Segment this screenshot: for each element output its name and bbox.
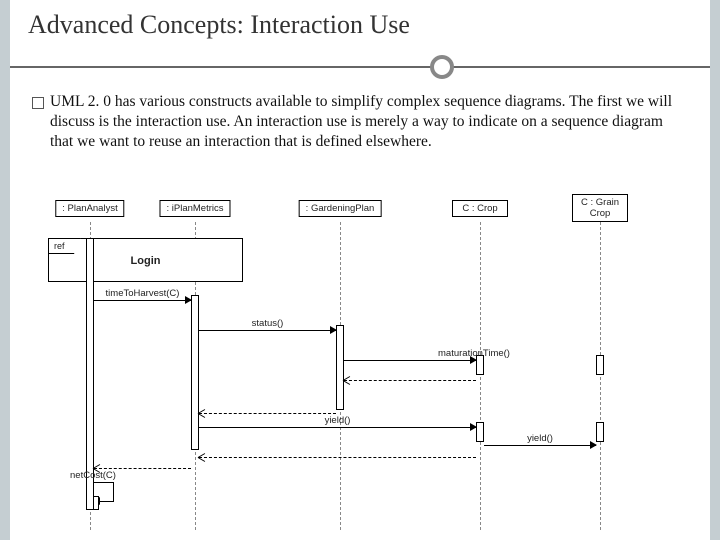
ref-label: Login bbox=[131, 255, 161, 267]
lifeline-head: : PlanAnalyst bbox=[55, 200, 124, 217]
sequence-diagram: : PlanAnalyst : iPlanMetrics : Gardening… bbox=[40, 200, 690, 534]
interaction-use-frame: ref Login bbox=[48, 238, 243, 282]
activation bbox=[336, 325, 344, 410]
return-message bbox=[344, 370, 476, 382]
lifeline-head: : iPlanMetrics bbox=[159, 200, 230, 217]
lifeline-head: C : Grain Crop bbox=[572, 194, 628, 222]
return-message bbox=[94, 458, 191, 470]
message-label: status() bbox=[199, 318, 336, 329]
arrow-right-icon bbox=[590, 441, 597, 449]
activation bbox=[476, 422, 484, 442]
message-label: timeToHarvest(C) bbox=[94, 288, 191, 299]
ref-tag: ref bbox=[48, 238, 81, 254]
message: timeToHarvest(C) bbox=[94, 290, 191, 302]
arrow-right-icon bbox=[470, 423, 477, 431]
message: yield() bbox=[199, 417, 476, 429]
activation bbox=[191, 295, 199, 450]
body-text: UML 2. 0 has various constructs availabl… bbox=[50, 92, 688, 152]
slide: Advanced Concepts: Interaction Use UML 2… bbox=[10, 0, 710, 540]
message-label: yield() bbox=[484, 433, 596, 444]
return-message bbox=[199, 447, 476, 459]
slide-title: Advanced Concepts: Interaction Use bbox=[10, 0, 710, 48]
lifeline-head: : GardeningPlan bbox=[299, 200, 382, 217]
ring-icon bbox=[430, 55, 454, 79]
arrow-right-icon bbox=[330, 326, 337, 334]
arrow-right-icon bbox=[185, 296, 192, 304]
lifeline-head: C : Crop bbox=[452, 200, 508, 217]
lifeline bbox=[600, 222, 601, 530]
bullet-icon bbox=[32, 97, 44, 109]
message: yield() bbox=[484, 435, 596, 447]
message: status() bbox=[199, 320, 336, 332]
lifeline bbox=[480, 222, 481, 530]
arrow-right-icon bbox=[470, 356, 477, 364]
arrow-left-icon bbox=[198, 452, 206, 462]
message-label: netCost(C) bbox=[70, 470, 116, 481]
return-message bbox=[199, 403, 336, 415]
message-label: yield() bbox=[199, 415, 476, 426]
activation bbox=[596, 422, 604, 442]
activation bbox=[93, 496, 99, 510]
title-rule bbox=[10, 52, 710, 82]
body: UML 2. 0 has various constructs availabl… bbox=[10, 88, 710, 152]
arrow-left-icon bbox=[343, 375, 351, 385]
message: maturationTime() bbox=[344, 350, 476, 362]
